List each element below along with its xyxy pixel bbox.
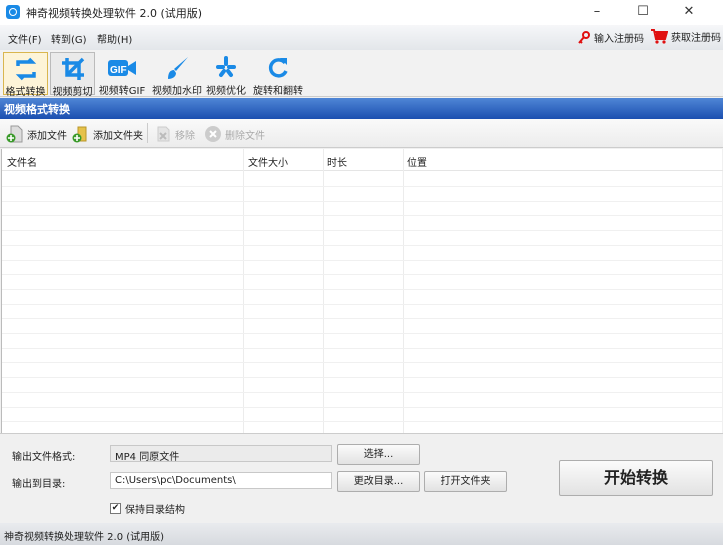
add-folder-icon bbox=[72, 126, 87, 143]
brush-icon bbox=[168, 57, 188, 79]
add-file-button[interactable]: 添加文件 bbox=[6, 125, 67, 143]
column-divider bbox=[323, 149, 324, 433]
tool-optimize[interactable]: 视频优化 bbox=[206, 52, 246, 97]
delete-icon bbox=[205, 126, 221, 142]
menu-goto[interactable]: 转到(G) bbox=[51, 31, 87, 46]
tool-rotate-flip[interactable]: 旋转和翻转 bbox=[253, 52, 303, 97]
table-row-line bbox=[2, 421, 723, 423]
table-row-line bbox=[2, 244, 723, 246]
format-field: MP4 同原文件 bbox=[110, 445, 332, 463]
checkbox-check-icon: ✔ bbox=[110, 503, 121, 514]
table-row-line bbox=[2, 377, 723, 379]
tool-video-crop[interactable]: 视频剪切 bbox=[50, 52, 95, 98]
output-panel: 输出文件格式: MP4 同原文件 选择... 输出到目录: C:\Users\p… bbox=[0, 433, 723, 523]
menu-bar: 文件(F) 转到(G) 帮助(H) 输入注册码 获取注册码 bbox=[0, 25, 723, 50]
crop-icon bbox=[61, 57, 84, 80]
file-actions-bar: 添加文件 添加文件夹 移除 删除文件 bbox=[0, 119, 723, 148]
table-row-line bbox=[2, 200, 723, 202]
add-folder-button[interactable]: 添加文件夹 bbox=[72, 125, 143, 143]
file-list-table[interactable]: 文件名 文件大小 时长 位置 bbox=[1, 149, 723, 433]
table-row-line bbox=[2, 259, 723, 261]
maximize-button[interactable]: ☐ bbox=[620, 0, 666, 25]
title-bar: 神奇视频转换处理软件 2.0 (试用版) – ☐ ✕ bbox=[0, 0, 723, 25]
table-row-line bbox=[2, 303, 723, 305]
table-row-line bbox=[2, 391, 723, 393]
convert-icon bbox=[15, 57, 36, 81]
table-row-line bbox=[2, 230, 723, 232]
delete-file-button[interactable]: 删除文件 bbox=[204, 125, 265, 143]
table-row-line bbox=[2, 318, 723, 320]
table-row-line bbox=[2, 186, 723, 187]
enter-register-code-button[interactable]: 输入注册码 bbox=[577, 30, 644, 45]
status-bar: 神奇视频转换处理软件 2.0 (试用版) bbox=[0, 523, 723, 545]
table-header: 文件名 文件大小 时长 位置 bbox=[2, 149, 723, 171]
tool-format-convert[interactable]: 格式转换 bbox=[3, 52, 48, 98]
choose-format-button[interactable]: 选择... bbox=[337, 444, 420, 465]
cart-icon bbox=[651, 29, 668, 44]
output-dir-input[interactable]: C:\Users\pc\Documents\ bbox=[110, 472, 332, 489]
remove-button[interactable]: 移除 bbox=[154, 125, 195, 143]
optimize-icon bbox=[216, 56, 236, 77]
close-button[interactable]: ✕ bbox=[666, 0, 712, 25]
divider bbox=[147, 123, 148, 143]
table-row-line bbox=[2, 362, 723, 364]
format-label: 输出文件格式: bbox=[12, 452, 76, 463]
table-row-line bbox=[2, 274, 723, 276]
app-logo-icon bbox=[6, 5, 20, 19]
add-file-icon bbox=[6, 125, 23, 143]
tool-watermark[interactable]: 视频加水印 bbox=[150, 52, 204, 97]
column-location[interactable]: 位置 bbox=[407, 154, 427, 169]
table-row-line bbox=[2, 333, 723, 334]
menu-file[interactable]: 文件(F) bbox=[8, 31, 42, 46]
column-filesize[interactable]: 文件大小 bbox=[248, 154, 288, 169]
table-row-line bbox=[2, 288, 723, 290]
menu-help[interactable]: 帮助(H) bbox=[97, 31, 132, 46]
table-row-line bbox=[2, 215, 723, 217]
svg-text:GIF: GIF bbox=[110, 65, 127, 76]
table-row-line bbox=[2, 406, 723, 408]
section-header: 视频格式转换 bbox=[0, 98, 723, 119]
key-icon bbox=[578, 30, 590, 44]
column-duration[interactable]: 时长 bbox=[327, 154, 347, 169]
get-register-code-button[interactable]: 获取注册码 bbox=[650, 27, 721, 45]
rotate-icon bbox=[268, 58, 288, 78]
column-divider bbox=[403, 149, 404, 433]
column-filename[interactable]: 文件名 bbox=[7, 154, 37, 169]
open-folder-button[interactable]: 打开文件夹 bbox=[424, 471, 507, 492]
table-row-line bbox=[2, 347, 723, 349]
main-toolbar: 格式转换 视频剪切 GIF 视频转GIF 视频加水印 视频优化 旋转和翻转 bbox=[0, 50, 723, 98]
remove-icon bbox=[157, 126, 170, 142]
dir-label: 输出到目录: bbox=[12, 479, 66, 490]
gif-icon: GIF bbox=[108, 60, 136, 76]
column-divider bbox=[243, 149, 244, 433]
window-title: 神奇视频转换处理软件 2.0 (试用版) bbox=[26, 7, 203, 20]
keep-structure-checkbox[interactable]: ✔ 保持目录结构 bbox=[110, 501, 185, 516]
tool-video-to-gif[interactable]: GIF 视频转GIF bbox=[97, 52, 147, 97]
start-convert-button[interactable]: 开始转换 bbox=[559, 460, 713, 496]
change-dir-button[interactable]: 更改目录... bbox=[337, 471, 420, 492]
minimize-button[interactable]: – bbox=[574, 0, 620, 25]
